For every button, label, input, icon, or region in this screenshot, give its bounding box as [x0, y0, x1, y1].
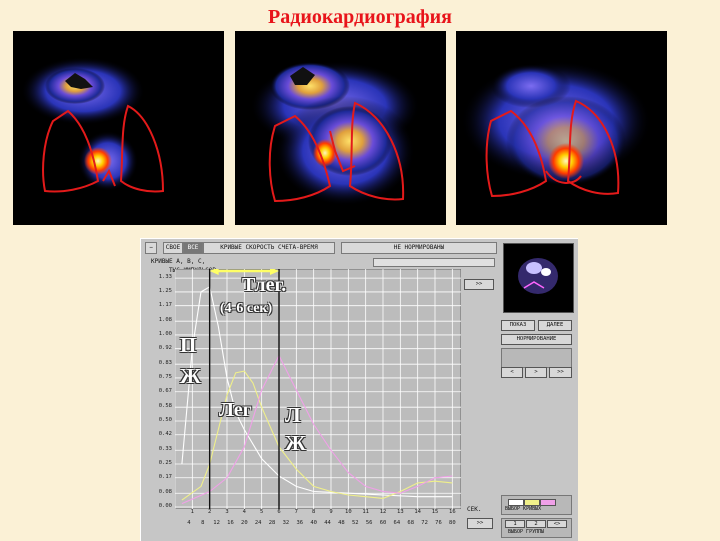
- x-tick-label: 3: [225, 509, 229, 515]
- x-tick-label-bottom: 60: [379, 520, 387, 526]
- y-tick-label: 0.67: [158, 387, 172, 394]
- x-tick-label-bottom: 28: [268, 520, 276, 526]
- y-tick-label: 0.00: [158, 503, 172, 509]
- x-tick-label-bottom: 36: [296, 520, 304, 526]
- curve-legend[interactable]: ВЫБОР КРИВЫХ: [501, 495, 572, 515]
- y-tick-label: 1.25: [158, 287, 172, 294]
- x-tick-label: 12: [379, 509, 387, 515]
- x-tick-label-bottom: 4: [187, 520, 191, 526]
- x-tick-label-bottom: 32: [282, 520, 290, 526]
- rv-label-2: Ж: [180, 364, 201, 388]
- y-tick-label: 0.92: [158, 344, 172, 351]
- x-tick-label: 2: [208, 509, 212, 515]
- x-tick-label-bottom: 52: [351, 520, 359, 526]
- group-2-button[interactable]: 2: [526, 520, 546, 528]
- y-tick-label: 0.50: [158, 416, 172, 423]
- x-tick-label-bottom: 72: [421, 520, 428, 526]
- x-tick-label-bottom: 20: [241, 520, 248, 526]
- x-tick-label-bottom: 40: [310, 520, 317, 526]
- x-tick-label-bottom: 64: [393, 520, 401, 526]
- normalize-button[interactable]: НОРМИРОВАНИЕ: [501, 334, 572, 345]
- thumbnail-preview[interactable]: [503, 243, 574, 313]
- y-tick-label: 1.33: [158, 274, 172, 281]
- x-tick-label-bottom: 12: [213, 520, 220, 526]
- group-cycle-button[interactable]: <>: [547, 520, 567, 528]
- legend-swatch-lv[interactable]: [540, 499, 556, 506]
- plot-background: [175, 269, 461, 509]
- x-tick-label: 16: [449, 509, 456, 515]
- page-title: Радиокардиография: [268, 6, 452, 28]
- mode-all-button[interactable]: ВСЕ: [183, 242, 203, 254]
- mode-own-button[interactable]: СВОЕ: [163, 242, 183, 254]
- nav-right-button[interactable]: >>: [549, 367, 572, 378]
- x-tick-label: 9: [329, 509, 333, 515]
- y-tick-label: 1.00: [158, 330, 172, 337]
- x-tick-label: 7: [294, 509, 298, 515]
- curve-analysis-panel: − СВОЕ ВСЕ КРИВЫЕ СКОРОСТЬ СЧЕТА-ВРЕМЯ Н…: [140, 238, 578, 541]
- group-label: ВЫБОР ГРУППЫ: [508, 529, 545, 535]
- x-tick-label: 4: [242, 509, 246, 515]
- curves-input-box[interactable]: [373, 258, 495, 267]
- x-tick-label-bottom: 80: [449, 520, 456, 526]
- x-tick-label: 11: [362, 509, 369, 515]
- curves-label: КРИВЫЕ А, В, С,: [151, 258, 206, 265]
- legend-swatch-lung[interactable]: [524, 499, 540, 506]
- x-tick-label: 10: [345, 509, 352, 515]
- x-tick-label-bottom: 8: [201, 520, 205, 526]
- x-tick-label-bottom: 68: [407, 520, 415, 526]
- y-tick-label: 0.17: [158, 473, 172, 480]
- scan-image-2: [235, 31, 446, 225]
- x-tick-label: 6: [277, 509, 281, 515]
- y-tick-label: 0.25: [158, 459, 172, 466]
- y-tick-label: 0.42: [158, 430, 172, 437]
- legend-swatch-rv[interactable]: [508, 499, 524, 506]
- y-tick-label: 0.75: [158, 373, 172, 380]
- next-button[interactable]: ДАЛЕЕ: [538, 320, 572, 331]
- y-tick-label: 1.08: [158, 317, 172, 324]
- lv-label-2: Ж: [285, 431, 306, 455]
- seconds-label: СЕК.: [467, 506, 482, 513]
- nav-mid-button[interactable]: >: [525, 367, 547, 378]
- x-tick-label: 13: [397, 509, 404, 515]
- x-tick-label-bottom: 16: [227, 520, 234, 526]
- status-area: [501, 348, 572, 368]
- y-tick-label: 0.58: [158, 403, 172, 410]
- x-tick-label: 15: [431, 509, 439, 515]
- bottom-forward-button[interactable]: >>: [467, 518, 493, 529]
- x-tick-label-bottom: 76: [435, 520, 442, 526]
- transit-time-label: Тлег.: [242, 274, 287, 296]
- y-tick-label: 0.33: [158, 446, 172, 453]
- x-tick-label: 14: [414, 509, 421, 515]
- x-tick-label-bottom: 44: [324, 520, 331, 526]
- normalization-status: НЕ НОРМИРОВАНЫ: [341, 242, 497, 254]
- chart-mode-label: КРИВЫЕ СКОРОСТЬ СЧЕТА-ВРЕМЯ: [203, 242, 335, 254]
- toolbar-menu-button[interactable]: −: [145, 242, 157, 254]
- forward-button[interactable]: >>: [464, 279, 494, 290]
- scan-image-3: [456, 31, 667, 225]
- x-tick-label: 8: [312, 509, 316, 515]
- chart-plot-area: [175, 269, 461, 509]
- x-tick-label: 5: [260, 509, 264, 515]
- lv-label-1: Л: [285, 403, 301, 427]
- x-tick-label-bottom: 48: [338, 520, 345, 526]
- show-button[interactable]: ПОКАЗ: [501, 320, 535, 331]
- legend-label: ВЫБОР КРИВЫХ: [505, 506, 542, 512]
- scan-image-1: [13, 31, 224, 225]
- rv-label-1: П: [180, 333, 197, 357]
- nav-left-button[interactable]: <: [501, 367, 523, 378]
- y-tick-label: 0.83: [158, 360, 172, 367]
- y-tick-label: 1.17: [158, 301, 172, 308]
- group-1-button[interactable]: 1: [505, 520, 525, 528]
- x-tick-label: 1: [190, 509, 194, 515]
- x-tick-label-bottom: 24: [254, 520, 262, 526]
- lung-label: Лег: [219, 399, 252, 421]
- transit-range-label: (4-6 сек): [220, 301, 273, 316]
- y-tick-label: 0.08: [158, 489, 172, 496]
- group-selector[interactable]: 1 2 <> ВЫБОР ГРУППЫ: [501, 518, 572, 538]
- x-tick-label-bottom: 56: [365, 520, 373, 526]
